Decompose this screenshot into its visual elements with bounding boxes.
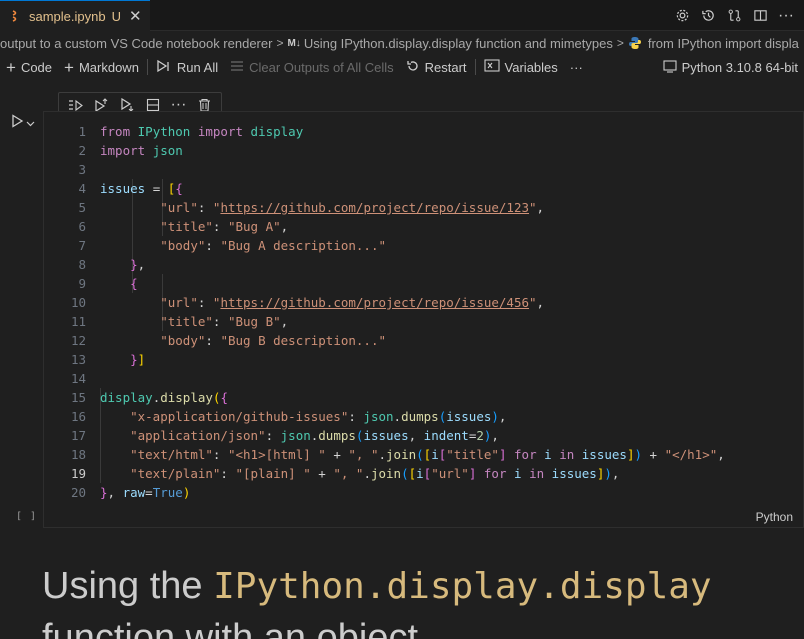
run-all-icon [156, 59, 172, 76]
chevron-right-icon: > [276, 36, 284, 50]
clear-outputs-label: Clear Outputs of All Cells [249, 59, 394, 75]
code-line: 18 "text/html": "<h1>[html] " + ", ".joi… [70, 447, 725, 462]
code-line: 12 "body": "Bug B description..." [70, 333, 387, 348]
clear-outputs-button[interactable]: Clear Outputs of All Cells [224, 56, 400, 78]
markdown-heading-line2: function with an object [42, 617, 419, 639]
code-line: 15 display.display({ [70, 390, 228, 405]
add-markdown-cell-button[interactable]: + Markdown [58, 56, 145, 78]
restart-label: Restart [424, 59, 467, 75]
chevron-down-icon[interactable] [26, 115, 35, 133]
code-lines: 1 from IPython import display 2 import jso… [44, 122, 803, 502]
breadcrumb: output to a custom VS Code notebook rend… [0, 32, 804, 54]
tab-status-badge: U [111, 8, 121, 24]
code-line: 5 "url": "https://github.com/project/rep… [78, 200, 545, 215]
notebook-icon [9, 9, 23, 23]
run-cell-button[interactable] [11, 114, 35, 133]
kernel-label: Python 3.10.8 64-bit [681, 59, 798, 75]
run-all-label: Run All [176, 59, 219, 75]
gear-icon[interactable] [674, 8, 690, 24]
clear-all-icon [230, 60, 244, 75]
chevron-right-icon: > [616, 36, 624, 50]
add-code-label: Code [20, 59, 53, 75]
code-line: 9 { [78, 276, 138, 291]
run-all-button[interactable]: Run All [150, 56, 224, 78]
plus-icon: + [64, 57, 74, 77]
more-icon: ··· [569, 59, 583, 75]
variables-button[interactable]: Variables [478, 56, 564, 78]
restart-button[interactable]: Restart [400, 56, 473, 78]
code-line: 10 "url": "https://github.com/project/re… [70, 295, 545, 310]
code-line: 2 import json [78, 143, 183, 158]
code-line: 19 "text/plain": "[plain] " + ", ".join(… [70, 466, 620, 481]
history-icon[interactable] [700, 8, 716, 24]
play-icon [11, 114, 24, 133]
toolbar-divider [146, 59, 148, 75]
more-actions-icon[interactable]: ··· [778, 7, 794, 24]
code-line: 16 "x-application/github-issues": json.d… [70, 409, 507, 424]
plus-icon: + [6, 57, 16, 77]
breadcrumb-item-display-function[interactable]: Using IPython.display.display function a… [304, 36, 613, 51]
add-code-cell-button[interactable]: + Code [0, 56, 58, 78]
restart-icon [406, 59, 420, 76]
toolbar-divider [474, 59, 476, 75]
heading-text: Using the [42, 565, 214, 607]
code-line: 3 [78, 162, 86, 177]
split-editor-icon[interactable] [752, 8, 768, 24]
code-line: 4 issues = [{ [78, 181, 183, 196]
editor-tab-bar: sample.ipynb U ✕ ··· [0, 0, 804, 31]
code-line: 8 }, [78, 257, 146, 272]
add-markdown-label: Markdown [78, 59, 139, 75]
code-line: 7 "body": "Bug A description..." [78, 238, 387, 253]
markdown-heading: Using the IPython.display.display [42, 565, 712, 608]
execution-count: [ ] [16, 511, 38, 522]
code-line: 14 [70, 371, 86, 386]
code-line: 1 from IPython import display [78, 124, 304, 139]
code-line: 6 "title": "Bug A", [78, 219, 289, 234]
variables-icon [483, 59, 500, 75]
code-line: 13 }] [70, 352, 146, 367]
breadcrumb-item-cell[interactable]: from IPython import displa [648, 36, 799, 51]
kernel-icon [663, 59, 677, 76]
breadcrumb-item-renderer[interactable]: output to a custom VS Code notebook rend… [0, 36, 272, 51]
variables-label: Variables [504, 59, 558, 75]
code-cell-editor[interactable]: 1 from IPython import display 2 import jso… [43, 111, 804, 528]
markdown-icon: M↓ [287, 37, 301, 49]
tab-filename: sample.ipynb [29, 8, 106, 24]
code-line: 20}, raw=True) [70, 485, 191, 500]
heading-inline-code: IPython.display.display [213, 566, 712, 607]
compare-changes-icon[interactable] [726, 8, 742, 24]
notebook-toolbar: + Code + Markdown Run All Clear Outputs … [0, 55, 804, 79]
code-line: 11 "title": "Bug B", [70, 314, 289, 329]
python-icon [628, 36, 642, 50]
kernel-picker[interactable]: Python 3.10.8 64-bit [657, 56, 804, 78]
more-toolbar-actions-button[interactable]: ··· [564, 56, 589, 78]
cell-language-picker[interactable]: Python [756, 510, 793, 524]
tab-sample-ipynb[interactable]: sample.ipynb U ✕ [0, 0, 150, 31]
close-icon[interactable]: ✕ [129, 7, 142, 25]
code-line: 17 "application/json": json.dumps(issues… [70, 428, 499, 443]
